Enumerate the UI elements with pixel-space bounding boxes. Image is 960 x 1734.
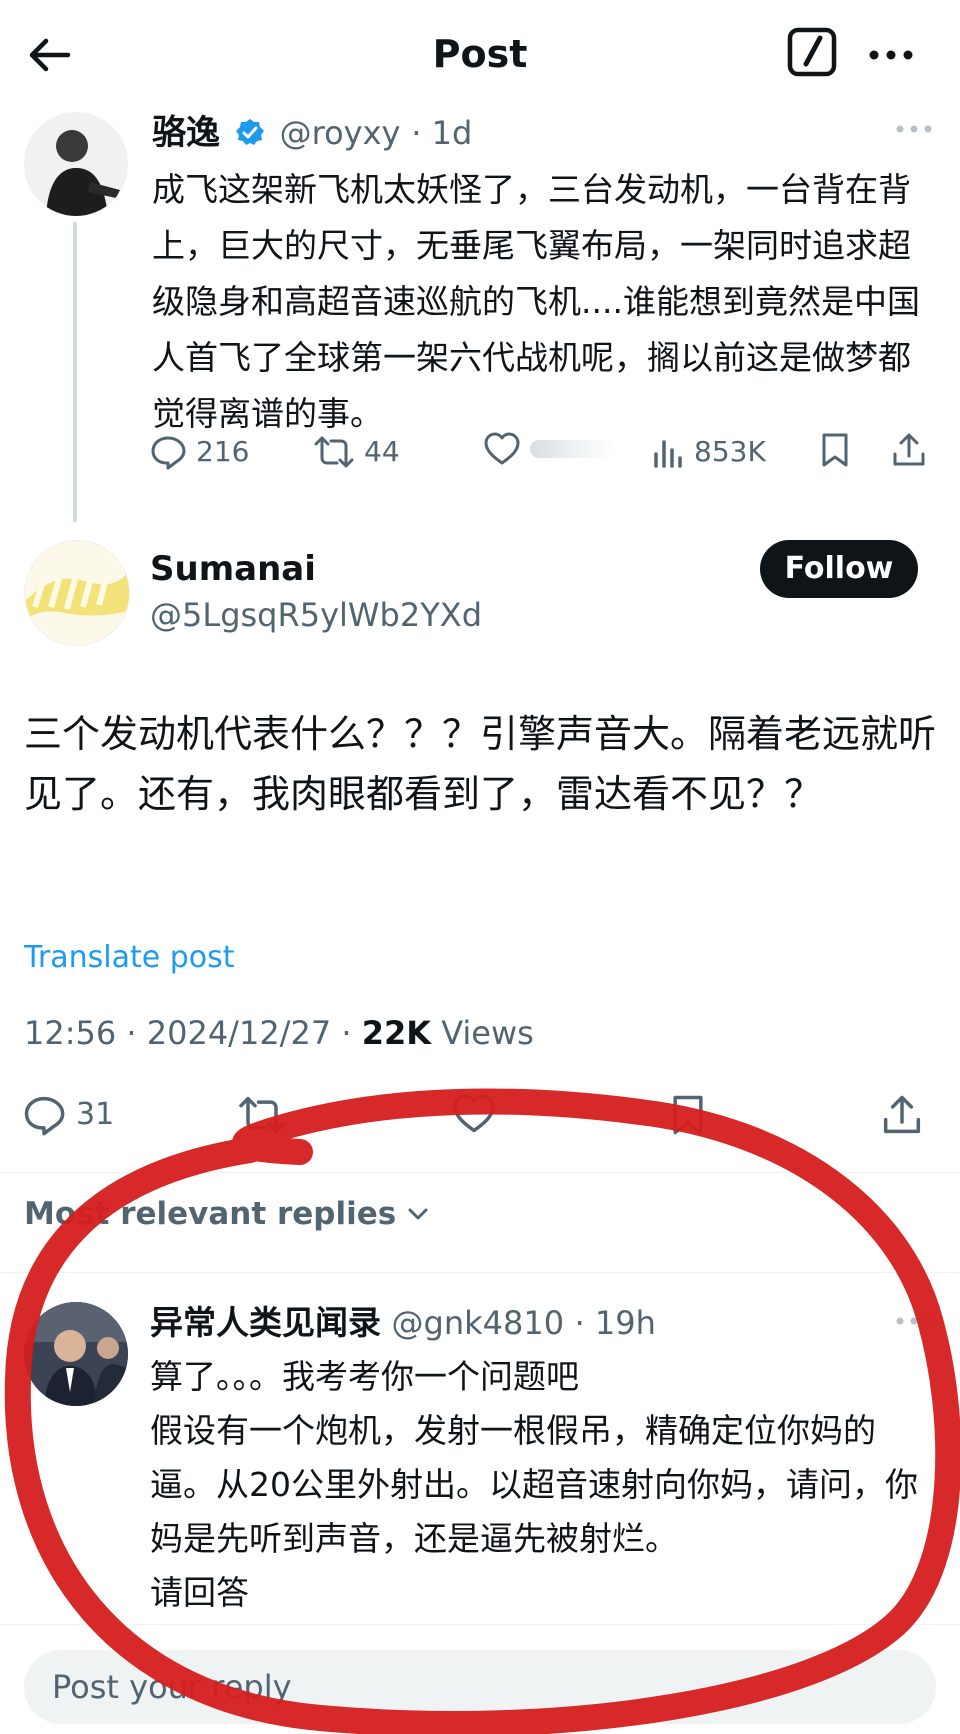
reply-button[interactable]: 31 <box>22 1094 114 1136</box>
repost-count: 44 <box>364 435 400 468</box>
post-time: · 19h <box>574 1304 656 1342</box>
reply-icon <box>22 1094 66 1136</box>
views-label: Views <box>431 1014 534 1052</box>
avatar[interactable] <box>24 1302 128 1406</box>
bookmark-icon <box>820 432 850 468</box>
verified-icon <box>235 118 265 148</box>
more-icon[interactable] <box>868 32 914 78</box>
reply-sort-dropdown[interactable]: Most relevant replies <box>24 1194 430 1234</box>
divider <box>0 1272 960 1273</box>
like-count-blurred <box>530 440 616 458</box>
avatar[interactable] <box>24 112 128 216</box>
chevron-down-icon <box>406 1202 430 1226</box>
reply-icon <box>150 434 186 470</box>
like-icon <box>484 432 520 466</box>
bookmark-button[interactable] <box>820 432 850 468</box>
author-name[interactable]: Sumanai <box>150 546 316 592</box>
post-time: · 1d <box>411 114 473 152</box>
reply-count: 31 <box>76 1097 115 1132</box>
divider <box>0 1172 960 1173</box>
compose-icon[interactable] <box>786 26 838 78</box>
post-text: 三个发动机代表什么？？？引擎声音大。隔着老远就听见了。还有，我肉眼都看到了，雷达… <box>24 712 937 816</box>
like-button[interactable] <box>484 432 616 466</box>
avatar[interactable] <box>24 540 130 646</box>
like-icon <box>452 1094 496 1134</box>
views-icon <box>652 436 684 468</box>
author-name[interactable]: 异常人类见闻录 <box>150 1303 381 1342</box>
more-icon[interactable] <box>892 1310 936 1332</box>
bookmark-button[interactable] <box>670 1094 706 1136</box>
divider <box>0 1624 960 1625</box>
post-meta: 12:56 · 2024/12/27 · 22K Views <box>24 1012 534 1054</box>
author-handle[interactable]: @royxy <box>280 114 401 152</box>
more-icon[interactable] <box>892 118 936 140</box>
author-handle[interactable]: @5LgsqR5ylWb2YXd <box>150 592 482 638</box>
share-icon <box>882 1094 922 1136</box>
repost-icon <box>238 1094 286 1136</box>
reply-sort-label: Most relevant replies <box>24 1196 397 1232</box>
repost-button[interactable] <box>238 1094 286 1136</box>
views-button[interactable]: 853K <box>652 432 766 472</box>
repost-icon <box>314 434 354 470</box>
share-button[interactable] <box>882 1094 922 1136</box>
reply-text: 算了。。。我考考你一个问题吧 假设有一个炮机，发射一根假吊，精确定位你妈的逼。从… <box>150 1357 918 1612</box>
author-handle[interactable]: @gnk4810 <box>392 1304 565 1342</box>
follow-button[interactable]: Follow <box>760 540 918 598</box>
share-icon <box>892 432 926 468</box>
share-button[interactable] <box>892 432 926 468</box>
top-bar: Post <box>0 0 960 108</box>
reply-header: 异常人类见闻录 @gnk4810 · 19h <box>150 1298 656 1348</box>
like-button[interactable] <box>452 1094 496 1134</box>
bookmark-icon <box>670 1094 706 1136</box>
author-name[interactable]: 骆逸 <box>152 113 220 153</box>
reply-count: 216 <box>196 435 250 468</box>
views-count: 853K <box>694 435 766 468</box>
repost-button[interactable]: 44 <box>314 432 400 472</box>
views-count: 22K <box>361 1014 432 1052</box>
reply-button[interactable]: 216 <box>150 432 249 472</box>
post-text: 成飞这架新飞机太妖怪了，三台发动机，一台背在背上，巨大的尺寸，无垂尾飞翼布局，一… <box>152 170 920 433</box>
original-post-header: 骆逸 @royxy · 1d <box>152 108 472 158</box>
reply-input-placeholder: Post your reply <box>52 1668 292 1706</box>
post-timestamp: 12:56 · 2024/12/27 · <box>24 1014 362 1052</box>
thread-line <box>73 222 77 522</box>
translate-link[interactable]: Translate post <box>24 938 235 978</box>
